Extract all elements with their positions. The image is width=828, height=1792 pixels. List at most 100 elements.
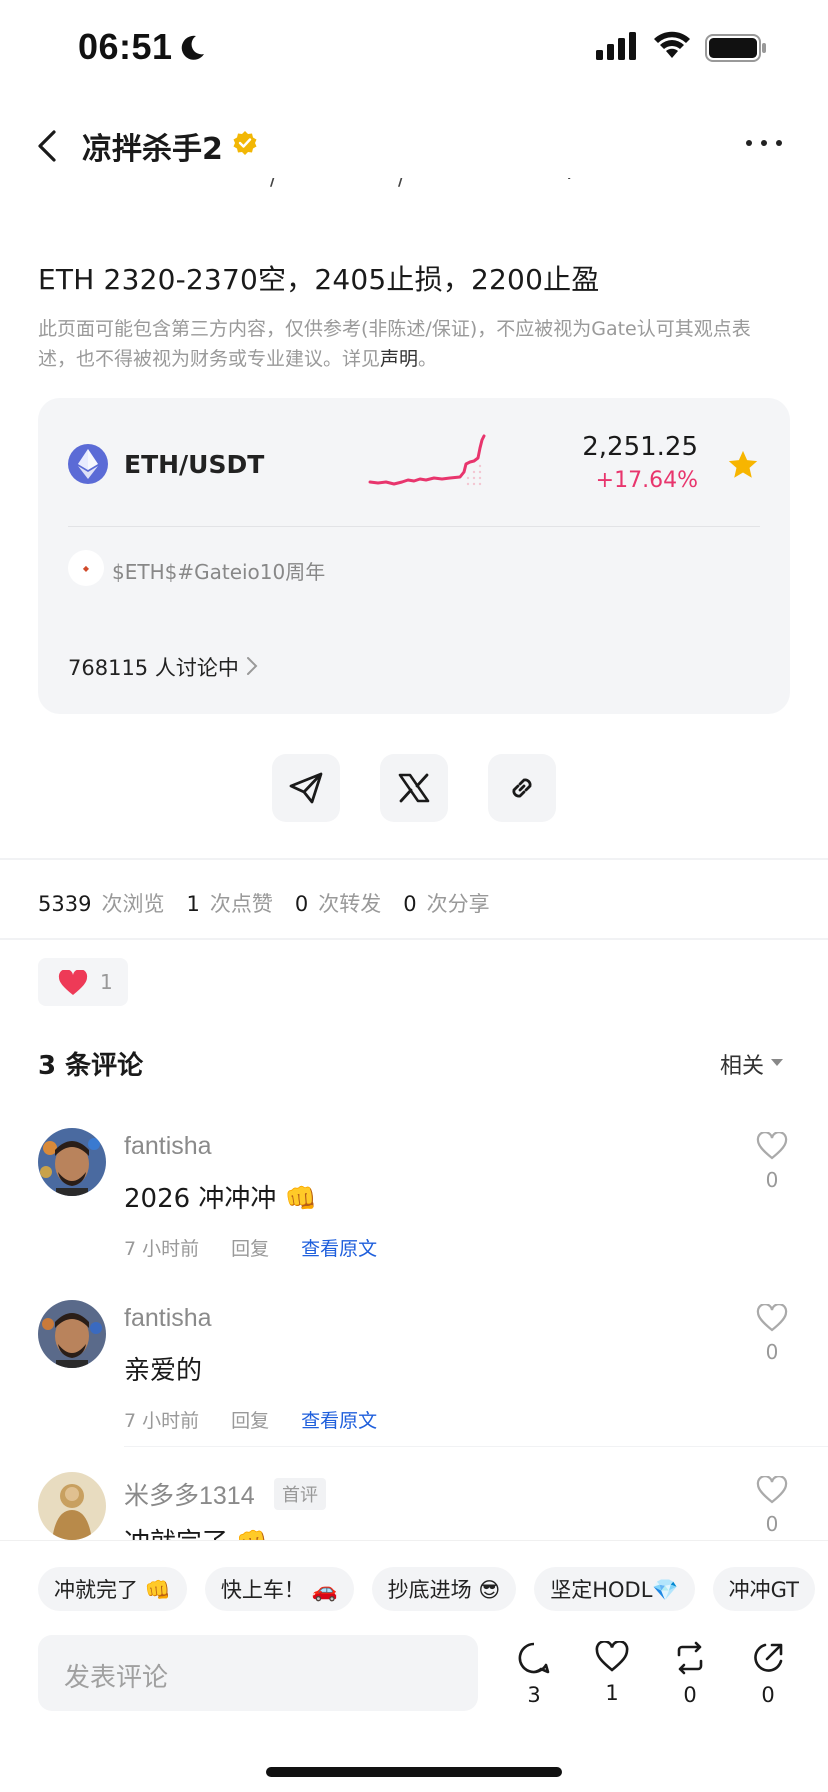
comment-username[interactable]: fantisha bbox=[124, 1132, 212, 1161]
comment-like-count: 0 bbox=[765, 1168, 779, 1192]
comment-username[interactable]: 米多多1314 bbox=[124, 1476, 255, 1512]
trading-pair: ETH/USDT bbox=[124, 450, 265, 479]
repost-icon bbox=[677, 1641, 703, 1675]
comment-item: 米多多1314 首评 冲就完了 👊 0 bbox=[38, 1472, 790, 1540]
quick-reply-chip[interactable]: 抄底进场 😎 bbox=[371, 1567, 517, 1611]
first-comment-badge: 首评 bbox=[274, 1478, 326, 1510]
comment-like-button[interactable]: 0 bbox=[754, 1475, 790, 1536]
price-sparkline bbox=[368, 434, 486, 486]
avatar[interactable] bbox=[38, 1472, 106, 1540]
telegram-share-button[interactable] bbox=[272, 754, 340, 822]
shares-label: 次分享 bbox=[426, 892, 490, 916]
price-change: +17.64% bbox=[595, 468, 698, 493]
comment-input[interactable]: 发表评论 bbox=[38, 1635, 478, 1711]
sort-dropdown[interactable]: 相关 bbox=[720, 1048, 764, 1080]
comment-text: 2026 冲冲冲 👊 bbox=[124, 1184, 318, 1214]
disclaimer-end: 。 bbox=[418, 348, 438, 370]
quick-reply-chip[interactable]: 冲冲GT bbox=[712, 1567, 815, 1611]
statement-link[interactable]: 声明 bbox=[380, 348, 418, 370]
comment-placeholder: 发表评论 bbox=[64, 1663, 169, 1693]
comment-like-count: 0 bbox=[765, 1512, 779, 1536]
comment-meta: 7 小时前 回复 查看原文 bbox=[124, 1234, 377, 1261]
like-action-count: 1 bbox=[605, 1681, 619, 1705]
comment-username[interactable]: fantisha bbox=[124, 1304, 212, 1333]
repost-action-count: 0 bbox=[683, 1683, 697, 1707]
share-row bbox=[272, 754, 556, 822]
battery-icon bbox=[705, 34, 766, 62]
share-icon bbox=[754, 1643, 783, 1672]
share-action-count: 0 bbox=[761, 1683, 775, 1707]
views-label: 次浏览 bbox=[101, 892, 165, 916]
view-original-link[interactable]: 查看原文 bbox=[301, 1406, 377, 1433]
eth-logo-icon bbox=[68, 444, 108, 484]
comment-meta: 7 小时前 回复 查看原文 bbox=[124, 1406, 377, 1433]
heart-outline-icon bbox=[756, 1131, 788, 1160]
reposts-label: 次转发 bbox=[318, 892, 382, 916]
x-share-button[interactable] bbox=[380, 754, 448, 822]
post-stats: 5339 次浏览 1 次点赞 0 次转发 0 次分享 bbox=[38, 888, 512, 918]
sort-label: 相关 bbox=[719, 1054, 764, 1079]
repost-action-button[interactable]: 0 bbox=[672, 1641, 708, 1707]
comment-item: fantisha 亲爱的 7 小时前 回复 查看原文 0 bbox=[38, 1300, 790, 1440]
quick-replies: 冲就完了 👊 快上车！ 🚗 抄底进场 😎 坚定HODL💎 冲冲GT bbox=[38, 1567, 815, 1611]
post-text: ETH 2320-2370空，2405止损，2200止盈 bbox=[38, 263, 600, 296]
section-divider bbox=[0, 938, 828, 940]
discussion-count[interactable]: 768115 人讨论中 bbox=[68, 652, 239, 682]
like-action-button[interactable]: 1 bbox=[594, 1640, 630, 1707]
comment-like-count: 0 bbox=[765, 1340, 779, 1364]
view-original-link[interactable]: 查看原文 bbox=[301, 1234, 377, 1261]
shares-count: 0 bbox=[403, 892, 417, 916]
star-favorite-icon[interactable] bbox=[726, 448, 760, 482]
reaction-chip[interactable]: 1 bbox=[38, 958, 128, 1006]
quick-reply-chip[interactable]: 冲就完了 👊 bbox=[38, 1567, 187, 1611]
reply-button[interactable]: 回复 bbox=[231, 1406, 269, 1433]
signal-icon bbox=[596, 32, 636, 60]
verified-badge-icon bbox=[233, 131, 257, 155]
disclaimer: 此页面可能包含第三方内容，仅供参考(非陈述/保证)，不应被视为Gate认可其观点… bbox=[38, 314, 778, 374]
heart-icon bbox=[58, 970, 88, 995]
status-time: 06:51 bbox=[78, 26, 173, 67]
comment-like-button[interactable]: 0 bbox=[754, 1303, 790, 1364]
topic-logo-icon: ◆ bbox=[68, 550, 104, 586]
nav-bar: 凉拌杀手2 bbox=[0, 110, 828, 180]
copy-link-button[interactable] bbox=[488, 754, 556, 822]
comment-icon bbox=[518, 1642, 550, 1674]
x-logo-icon bbox=[398, 773, 430, 803]
likes-label: 次点赞 bbox=[209, 892, 273, 916]
comment-composer: 冲就完了 👊 快上车！ 🚗 抄底进场 😎 坚定HODL💎 冲冲GT 发表评论 3… bbox=[0, 1540, 828, 1792]
caret-down-icon bbox=[771, 1059, 783, 1066]
heart-outline-icon bbox=[756, 1303, 788, 1332]
reposts-count: 0 bbox=[294, 892, 309, 916]
market-card[interactable]: ETH/USDT 2,251.25 +17.64% ◆ $ETH$#Gateio… bbox=[38, 398, 790, 714]
avatar[interactable] bbox=[38, 1300, 106, 1368]
more-options-icon[interactable] bbox=[746, 140, 782, 146]
moon-icon bbox=[181, 35, 204, 60]
back-arrow-icon[interactable] bbox=[36, 128, 58, 164]
wifi-icon bbox=[654, 31, 690, 58]
comment-action-button[interactable]: 3 bbox=[516, 1641, 552, 1707]
telegram-icon bbox=[289, 772, 323, 804]
post-actions: 3 1 0 0 bbox=[516, 1640, 786, 1707]
avatar[interactable] bbox=[38, 1128, 106, 1196]
views-count: 5339 bbox=[38, 892, 92, 916]
heart-outline-icon bbox=[756, 1475, 788, 1504]
share-action-button[interactable]: 0 bbox=[750, 1641, 786, 1707]
topic-tag[interactable]: $ETH$#Gateio10周年 bbox=[112, 556, 325, 585]
comment-time: 7 小时前 bbox=[124, 1238, 200, 1260]
home-indicator bbox=[266, 1767, 562, 1777]
comment-action-count: 3 bbox=[527, 1683, 541, 1707]
status-bar: 06:51 bbox=[0, 0, 828, 100]
section-divider bbox=[0, 858, 828, 860]
comment-text: 冲就完了 👊 bbox=[124, 1522, 269, 1540]
comments-title: 3 条评论 bbox=[38, 1051, 144, 1081]
comment-item: fantisha 2026 冲冲冲 👊 7 小时前 回复 查看原文 0 bbox=[38, 1128, 790, 1268]
author-name[interactable]: 凉拌杀手2 bbox=[82, 124, 223, 168]
reaction-count: 1 bbox=[100, 970, 113, 994]
card-divider bbox=[68, 526, 760, 527]
likes-count: 1 bbox=[186, 892, 200, 916]
comment-like-button[interactable]: 0 bbox=[754, 1131, 790, 1192]
chevron-right-icon bbox=[247, 657, 258, 675]
quick-reply-chip[interactable]: 快上车！ 🚗 bbox=[204, 1567, 354, 1611]
quick-reply-chip[interactable]: 坚定HODL💎 bbox=[534, 1567, 695, 1611]
reply-button[interactable]: 回复 bbox=[231, 1234, 269, 1261]
